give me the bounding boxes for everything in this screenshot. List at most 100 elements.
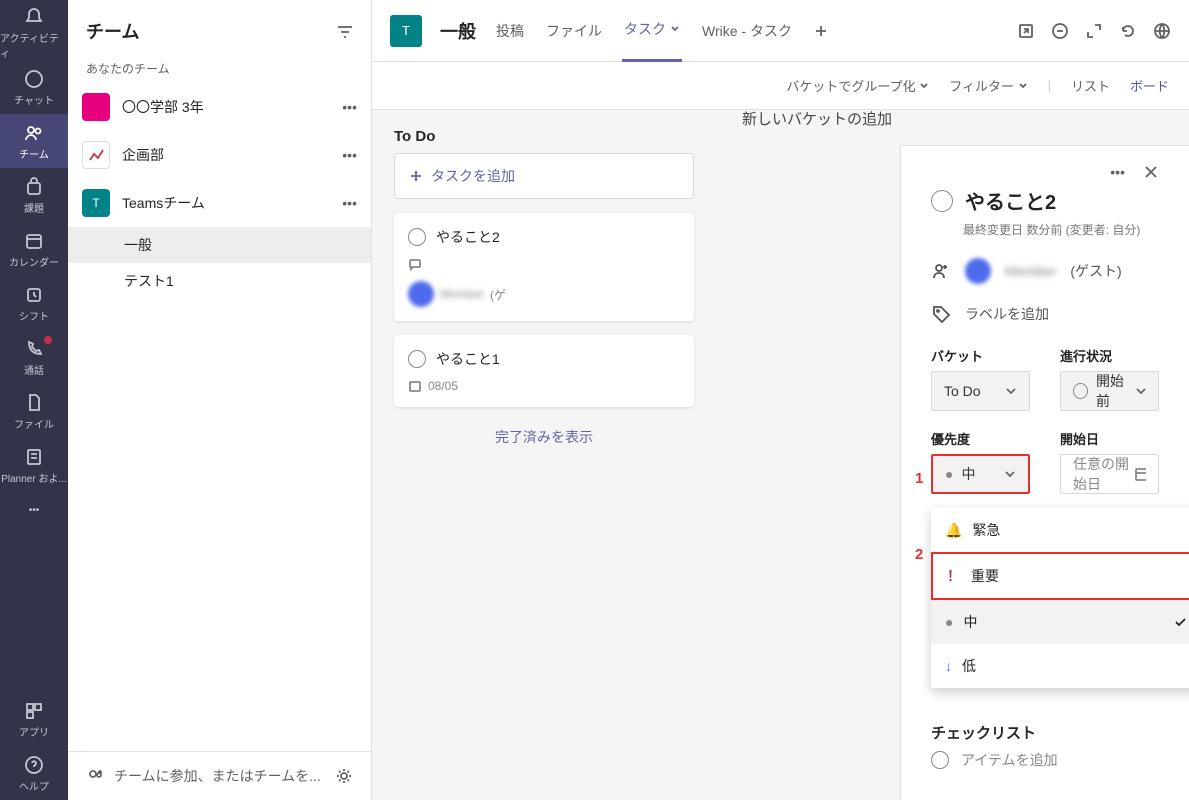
rail-chat[interactable]: チャット	[0, 60, 68, 114]
group-by[interactable]: バケットでグループ化	[786, 76, 929, 95]
view-list[interactable]: リスト	[1071, 76, 1110, 95]
priority-dropdown: 🔔緊急 ！重要 ●中 ↓低	[931, 508, 1189, 688]
chevron-down-icon	[1005, 385, 1017, 397]
panel-title: チーム	[86, 18, 139, 44]
rail-planner[interactable]: Planner およ...	[0, 438, 68, 492]
rail-activity[interactable]: アクティビティ	[0, 6, 68, 60]
rail-teams[interactable]: チーム	[0, 114, 68, 168]
start-date-input[interactable]: 任意の開始日	[1060, 454, 1159, 494]
join-team-link[interactable]: チームに参加、またはチームを...	[114, 766, 321, 786]
detail-title: やること2	[965, 186, 1056, 215]
rail-more[interactable]: •••	[0, 492, 68, 528]
chevron-down-icon	[1018, 81, 1028, 91]
task-card-1[interactable]: やること1 08/05	[394, 335, 694, 407]
chevron-down-icon	[670, 24, 680, 34]
rail-apps[interactable]: アプリ	[0, 692, 68, 746]
complete-circle[interactable]	[408, 350, 426, 368]
check-icon	[1173, 615, 1187, 629]
filter-btn[interactable]: フィルター	[949, 76, 1027, 95]
rail-files[interactable]: ファイル	[0, 384, 68, 438]
checklist-label: チェックリスト	[931, 722, 1036, 743]
show-completed[interactable]: 完了済みを表示	[394, 427, 694, 447]
tab-posts[interactable]: 投稿	[494, 0, 526, 62]
add-task-button[interactable]: タスクを追加	[394, 153, 694, 199]
comment-icon[interactable]	[1051, 22, 1069, 40]
task-title: やること2	[436, 227, 500, 247]
main: T 一般 投稿 ファイル タスク Wrike - タスク バケットでグループ化 …	[372, 0, 1189, 800]
field-progress: 進行状況 開始前	[1060, 346, 1159, 411]
tab-wrike[interactable]: Wrike - タスク	[700, 0, 794, 62]
team-item-1[interactable]: 企画部 •••	[68, 131, 371, 179]
filter-icon[interactable]	[335, 22, 353, 40]
bucket-select[interactable]: To Do	[931, 371, 1030, 411]
priority-select[interactable]: ●中	[931, 454, 1030, 494]
channel-title: 一般	[440, 18, 476, 44]
gear-icon[interactable]	[335, 767, 353, 785]
rail-calls[interactable]: 通話	[0, 330, 68, 384]
rail-help[interactable]: ヘルプ	[0, 746, 68, 800]
checklist-circle	[931, 751, 949, 769]
field-priority: 優先度 ●中	[931, 429, 1030, 494]
popout-icon[interactable]	[1017, 22, 1035, 40]
progress-select[interactable]: 開始前	[1060, 371, 1159, 411]
bell-icon	[23, 6, 45, 28]
more-icon[interactable]: •••	[342, 99, 357, 115]
tab-add[interactable]	[812, 0, 830, 62]
team-avatar	[82, 93, 110, 121]
tab-files[interactable]: ファイル	[544, 0, 604, 62]
tabs: 投稿 ファイル タスク Wrike - タスク	[494, 0, 830, 62]
plus-icon	[814, 24, 828, 38]
medium-icon: ●	[945, 614, 953, 630]
assignee-name: Member	[1005, 263, 1056, 279]
rail-assignments[interactable]: 課題	[0, 168, 68, 222]
priority-option-low[interactable]: ↓低	[931, 644, 1189, 688]
task-card-0[interactable]: やること2 Member(ゲ	[394, 213, 694, 321]
team-item-0[interactable]: 〇〇学部 3年 •••	[68, 83, 371, 131]
app-rail: アクティビティ チャット チーム 課題 カレンダー シフト 通話 ファイル Pl…	[0, 0, 68, 800]
low-icon: ↓	[945, 658, 952, 674]
view-board[interactable]: ボード	[1130, 76, 1169, 95]
clock-icon	[23, 284, 45, 306]
new-bucket[interactable]: 新しいバケットの追加	[742, 110, 892, 129]
priority-option-important[interactable]: ！重要	[931, 552, 1189, 600]
priority-option-medium[interactable]: ●中	[931, 600, 1189, 644]
team-item-2[interactable]: T Teamsチーム •••	[68, 179, 371, 227]
expand-icon[interactable]	[1085, 22, 1103, 40]
close-icon[interactable]	[1143, 164, 1159, 180]
checklist-add[interactable]: アイテムを追加	[931, 750, 1058, 770]
label-row[interactable]: ラベルを追加	[931, 304, 1159, 324]
more-icon[interactable]: •••	[342, 147, 357, 163]
annotation-1: 1	[915, 470, 923, 487]
phone-icon	[23, 338, 45, 360]
more-icon[interactable]: •••	[1110, 164, 1125, 180]
assignee-row[interactable]: Member (ゲスト)	[931, 258, 1159, 284]
team-name: 企画部	[122, 145, 164, 165]
more-icon[interactable]: •••	[342, 195, 357, 211]
planner-icon	[23, 446, 45, 468]
assignee-avatar	[408, 281, 434, 307]
channel-test1[interactable]: テスト1	[68, 263, 371, 299]
notification-dot	[44, 336, 52, 344]
plus-icon	[409, 169, 423, 183]
topbar-actions	[1017, 22, 1171, 40]
file-icon	[23, 392, 45, 414]
complete-circle[interactable]	[931, 190, 953, 212]
team-name: 〇〇学部 3年	[122, 97, 204, 117]
board-toolbar: バケットでグループ化 フィルター | リスト ボード	[372, 62, 1189, 110]
task-title: やること1	[436, 349, 500, 369]
join-team-icon[interactable]	[86, 767, 104, 785]
refresh-icon[interactable]	[1119, 22, 1137, 40]
calendar-icon	[23, 230, 45, 252]
detail-subtitle: 最終変更日 数分前 (変更者: 自分)	[963, 221, 1159, 238]
priority-option-urgent[interactable]: 🔔緊急	[931, 508, 1189, 552]
rail-shifts[interactable]: シフト	[0, 276, 68, 330]
panel-foot: チームに参加、またはチームを...	[68, 751, 371, 800]
apps-icon	[23, 700, 45, 722]
field-startdate: 開始日 任意の開始日	[1060, 429, 1159, 494]
channel-general[interactable]: 一般	[68, 227, 371, 263]
complete-circle[interactable]	[408, 228, 426, 246]
tab-tasks[interactable]: タスク	[622, 0, 682, 62]
rail-calendar[interactable]: カレンダー	[0, 222, 68, 276]
assignee-avatar	[965, 258, 991, 284]
globe-icon[interactable]	[1153, 22, 1171, 40]
